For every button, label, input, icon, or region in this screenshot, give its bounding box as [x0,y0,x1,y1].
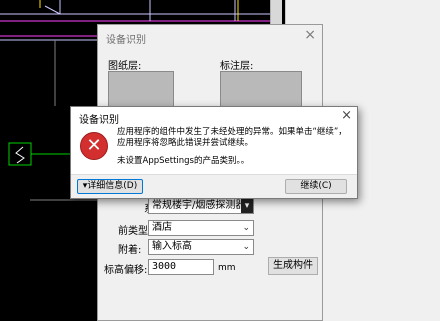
generate-component-button[interactable]: 生成构件 [268,257,318,275]
error-dialog-title: 设备识别 [79,115,119,126]
error-message: 应用程序的组件中发生了未经处理的异常。如果单击“继续”， 应用程序将忽略此错误并… [117,127,353,167]
subtype-select[interactable]: 酒店 ⌄ [148,220,254,236]
chevron-down-icon: ⌄ [242,242,250,252]
details-button[interactable]: ▾详细信息(D) [77,179,143,194]
annotation-layer-preview[interactable] [220,71,302,109]
drawing-layer-label: 图纸层: [108,61,142,72]
drawing-layer-preview[interactable] [108,71,174,109]
attach-label: 附着: [118,245,142,256]
subtype-value: 酒店 [152,222,172,233]
error-dialog: 设备识别 × ✕ 应用程序的组件中发生了未经处理的异常。如果单击“继续”， 应用… [70,106,358,199]
error-dialog-footer: ▾详细信息(D) 继续(C) [71,174,357,198]
close-icon[interactable]: × [304,27,316,43]
annotation-layer-label: 标注层: [220,61,254,72]
type-value: 常规楼宇/烟感探测器 [152,200,246,211]
elevation-offset-input[interactable]: 3000 [148,259,214,275]
error-message-line1: 应用程序的组件中发生了未经处理的异常。如果单击“继续”， [117,127,347,137]
subtype-label: 前类型: [118,226,152,237]
continue-button[interactable]: 继续(C) [285,179,347,194]
error-message-line3: 未设置AppSettings的产品类别。。 [117,156,250,166]
type-select[interactable]: 常规楼宇/烟感探测器 ▾ [148,198,254,214]
elevation-offset-label: 标高偏移: [104,265,148,276]
elevation-unit: mm [218,263,236,273]
attach-select[interactable]: 输入标高 ⌄ [148,239,254,255]
error-message-line2: 应用程序将忽略此错误并尝试继续。 [117,138,254,148]
chevron-down-icon: ▾ [241,199,253,213]
error-icon: ✕ [80,132,108,160]
close-icon[interactable]: × [341,108,352,123]
attach-value: 输入标高 [152,241,192,252]
dialog-title: 设备识别 [106,35,146,46]
chevron-down-icon: ⌄ [242,223,250,233]
